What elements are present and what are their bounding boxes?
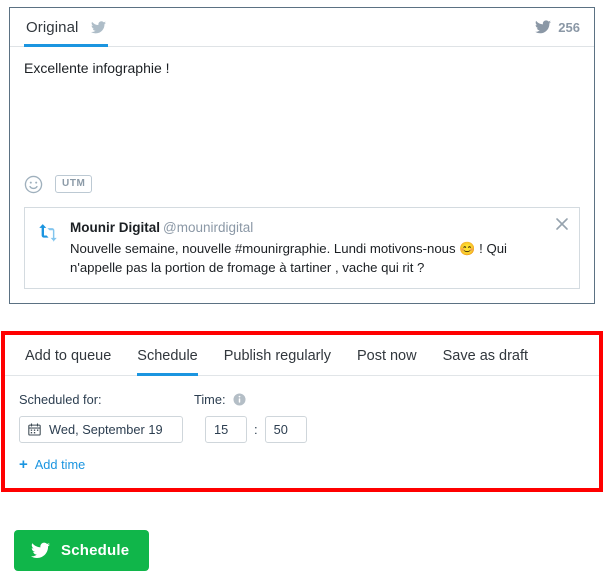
quoted-author-handle: @mounirdigital [163, 220, 254, 235]
character-counter: 256 [535, 20, 580, 35]
hour-input[interactable]: 15 [205, 416, 247, 443]
composer-tabbar: Original 256 [10, 8, 594, 47]
schedule-panel-highlight: Add to queue Schedule Publish regularly … [1, 331, 603, 492]
tab-save-as-draft[interactable]: Save as draft [430, 348, 541, 375]
tab-post-now[interactable]: Post now [344, 348, 430, 375]
minute-input[interactable]: 50 [264, 416, 307, 443]
editor-toolbar: UTM [10, 169, 594, 199]
time-label-group: Time: [194, 392, 246, 407]
twitter-bird-icon [31, 542, 50, 559]
time-separator: : [254, 422, 258, 437]
quoted-tweet-header: Mounir Digital @mounirdigital [70, 220, 545, 236]
tab-add-to-queue[interactable]: Add to queue [25, 348, 124, 375]
time-input-group: 15 : 50 [205, 416, 307, 443]
utm-button[interactable]: UTM [55, 175, 93, 193]
twitter-bird-icon [90, 20, 106, 34]
add-time-link[interactable]: + Add time [19, 457, 599, 472]
date-input-value: Wed, September 19 [49, 422, 163, 437]
scheduled-for-label: Scheduled for: [19, 391, 102, 407]
message-text: Excellente infographie ! [24, 60, 170, 76]
twitter-bird-icon [535, 20, 552, 34]
character-count-value: 256 [558, 19, 580, 35]
time-label: Time: [194, 391, 226, 407]
calendar-icon [28, 423, 41, 436]
quoted-tweet-body: Mounir Digital @mounirdigital Nouvelle se… [70, 220, 545, 278]
tab-publish-regularly[interactable]: Publish regularly [211, 348, 344, 375]
schedule-submit-label: Schedule [61, 542, 130, 559]
tab-original[interactable]: Original [24, 8, 108, 47]
quoted-tweet-text: Nouvelle semaine, nouvelle #mounirgraphi… [70, 240, 545, 277]
schedule-submit-button[interactable]: Schedule [14, 530, 150, 571]
schedule-form-fields: Wed, September 19 15 : 50 [19, 416, 599, 443]
tab-active-underline [24, 44, 108, 47]
message-editor[interactable]: Excellente infographie ! [10, 47, 594, 169]
quoted-text-part1: Nouvelle semaine, nouvelle #mounirgraphi… [70, 241, 456, 257]
schedule-form-labels: Scheduled for: Time: [19, 390, 599, 408]
tab-schedule[interactable]: Schedule [124, 348, 210, 376]
retweet-icon [37, 223, 59, 243]
add-time-label: Add time [34, 457, 86, 472]
quoted-text-emoji: 😊 [459, 241, 476, 257]
date-input[interactable]: Wed, September 19 [19, 416, 183, 443]
close-icon[interactable] [554, 216, 570, 232]
composer-card: Original 256 Excellente infographie ! UT… [9, 7, 595, 304]
quoted-author-name: Mounir Digital [70, 220, 160, 235]
emoji-smiley-icon[interactable] [24, 175, 43, 194]
schedule-form: Scheduled for: Time: Wed, September 19 1… [5, 376, 599, 472]
tab-original-label: Original [26, 18, 79, 36]
info-icon[interactable] [233, 392, 246, 406]
quoted-tweet-card: Mounir Digital @mounirdigital Nouvelle se… [24, 207, 580, 289]
quoted-tweet-wrap: Mounir Digital @mounirdigital Nouvelle se… [10, 199, 594, 289]
plus-icon: + [19, 456, 28, 473]
footer-actions: Schedule [14, 530, 150, 571]
schedule-tabbar: Add to queue Schedule Publish regularly … [5, 335, 599, 376]
